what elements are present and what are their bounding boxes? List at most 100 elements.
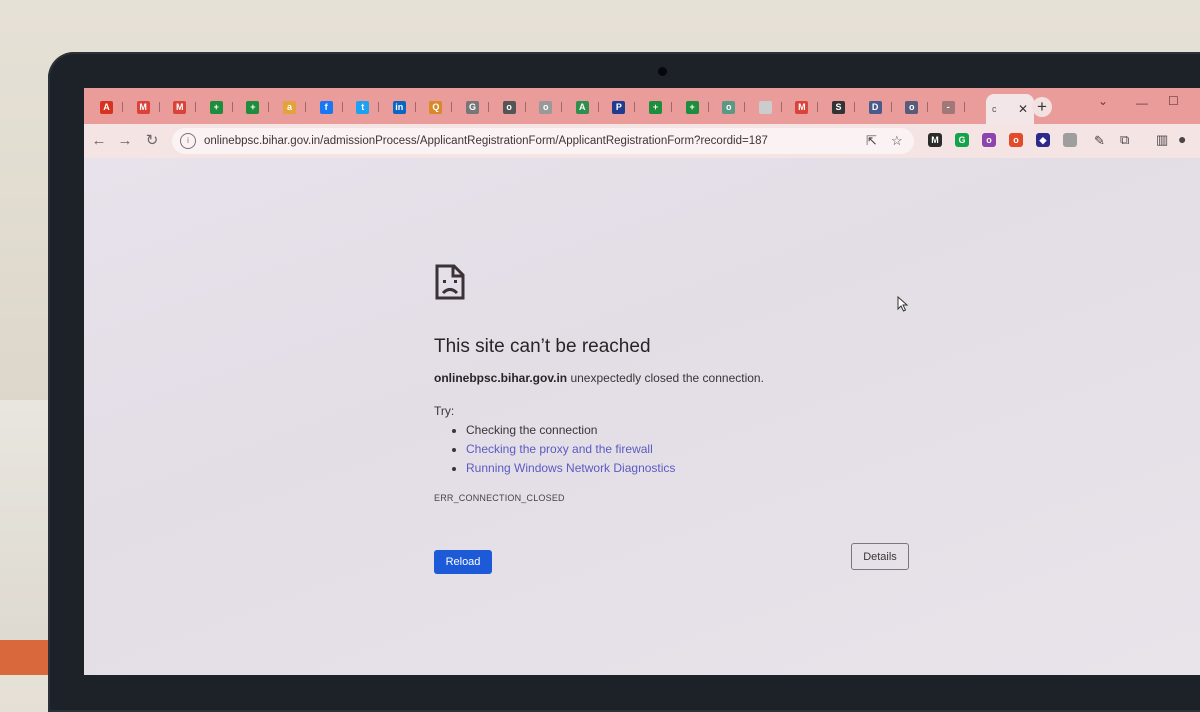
share-icon[interactable]: ⇱: [866, 133, 877, 149]
chatgpt-icon: o: [722, 100, 736, 114]
paypal-icon: P: [612, 100, 626, 114]
search-icon: Q: [429, 100, 443, 114]
tab-separator: [195, 102, 197, 112]
sheets-icon: +: [649, 100, 662, 114]
tab-separator: [707, 102, 709, 112]
tab[interactable]: a: [283, 96, 317, 118]
error-code: ERR_CONNECTION_CLOSED: [434, 493, 565, 503]
back-icon[interactable]: ←: [88, 130, 110, 152]
linkedin-icon: in: [392, 100, 406, 114]
gmail-icon: M: [795, 100, 809, 114]
sheets-icon: +: [209, 100, 223, 114]
suggestion-network-diagnostics: Running Windows Network Diagnostics: [466, 459, 675, 478]
extensions-puzzle-icon[interactable]: ⧉: [1120, 132, 1129, 148]
close-tab-icon[interactable]: ✕: [1018, 102, 1028, 116]
docs-icon: D: [868, 100, 882, 114]
grammarly-icon[interactable]: G: [955, 133, 969, 147]
error-description: onlinebpsc.bihar.gov.in unexpectedly clo…: [434, 371, 764, 385]
tab[interactable]: S: [832, 96, 866, 118]
diamond-extension-icon[interactable]: ◆: [1036, 133, 1050, 147]
tab[interactable]: A: [100, 96, 134, 118]
details-button[interactable]: Details: [851, 543, 909, 570]
tab-separator: [597, 102, 599, 112]
tab[interactable]: o: [722, 96, 756, 118]
google-icon: G: [466, 100, 479, 114]
tab-strip: c ✕ + ⌄ — ☐ A M M + + a f t in Q Go o A P + + o M S Do -: [84, 88, 1200, 124]
tab-separator: [158, 102, 160, 112]
globe-icon: o: [539, 100, 553, 114]
tab-separator: [671, 102, 672, 112]
blank-icon: [758, 100, 772, 114]
tab-separator: [963, 102, 965, 112]
suggestion-link-proxy[interactable]: Checking the proxy and the firewall: [466, 442, 653, 456]
tab[interactable]: -: [941, 96, 976, 118]
mouse-cursor-icon: [897, 296, 909, 312]
maximize-icon[interactable]: ☐: [1168, 94, 1179, 108]
record-extension-icon[interactable]: o: [1009, 133, 1023, 147]
error-title: This site can’t be reached: [434, 336, 651, 357]
site-info-icon[interactable]: i: [180, 133, 196, 149]
minimize-icon[interactable]: —: [1136, 96, 1148, 110]
tab[interactable]: +: [685, 96, 720, 118]
twitter-icon: t: [356, 100, 370, 114]
reload-button[interactable]: Reload: [434, 550, 492, 574]
tab[interactable]: M: [795, 96, 829, 118]
address-bar[interactable]: i onlinebpsc.bihar.gov.in/admissionProce…: [172, 128, 914, 154]
tab[interactable]: M: [136, 96, 171, 118]
tab[interactable]: Q: [429, 96, 463, 118]
character-icon: o: [502, 100, 516, 114]
tab-separator: [268, 102, 270, 112]
sad-page-icon: [435, 264, 465, 300]
tab[interactable]: D: [868, 96, 903, 118]
tab[interactable]: f: [319, 96, 354, 118]
tab[interactable]: o: [502, 96, 537, 118]
webcam: [658, 67, 667, 76]
m-extension-icon[interactable]: M: [928, 133, 942, 147]
tab[interactable]: t: [356, 96, 390, 118]
sheets-icon: +: [246, 100, 260, 114]
tab[interactable]: +: [246, 96, 280, 118]
sidebar-icon[interactable]: ▥: [1156, 132, 1168, 148]
tab-separator: [378, 102, 380, 112]
sheets-icon: +: [685, 100, 699, 114]
tab-separator: [817, 102, 819, 112]
tab[interactable]: A: [575, 96, 610, 118]
new-tab-button[interactable]: +: [1032, 97, 1052, 117]
url-text: onlinebpsc.bihar.gov.in/admissionProcess…: [204, 135, 768, 147]
tab-separator: [634, 102, 636, 112]
try-label: Try:: [434, 404, 455, 418]
facebook-icon: f: [319, 100, 333, 114]
tab-separator: [414, 102, 416, 112]
tab-separator: [780, 102, 782, 112]
tab[interactable]: o: [539, 96, 573, 118]
profile-avatar-icon[interactable]: ●: [1178, 131, 1186, 147]
tab[interactable]: G: [466, 96, 500, 118]
bookmark-star-icon[interactable]: ☆: [891, 133, 903, 149]
tab-separator: [524, 102, 526, 112]
tab-separator: [305, 102, 306, 112]
tab[interactable]: M: [173, 96, 207, 118]
suggestion-link-diagnostics[interactable]: Running Windows Network Diagnostics: [466, 461, 675, 475]
grey-extension-icon[interactable]: [1063, 133, 1077, 147]
suggestion-check-proxy: Checking the proxy and the firewall: [466, 440, 675, 459]
tab[interactable]: +: [649, 96, 683, 118]
tab[interactable]: in: [392, 96, 427, 118]
forward-icon[interactable]: →: [114, 130, 136, 152]
tab[interactable]: [758, 96, 793, 118]
pen-icon[interactable]: ✎: [1094, 133, 1105, 149]
tab-separator: [341, 102, 343, 112]
browser-window: c ✕ + ⌄ — ☐ A M M + + a f t in Q Go o A P + + o M S Do - ← →…: [84, 88, 1200, 675]
tab[interactable]: P: [612, 96, 646, 118]
tab[interactable]: +: [209, 96, 244, 118]
color-extension-icon[interactable]: o: [982, 133, 996, 147]
tab-separator: [451, 102, 453, 112]
reload-icon[interactable]: ↻: [141, 130, 163, 152]
active-tab[interactable]: c ✕: [986, 94, 1034, 124]
tab-separator: [488, 102, 489, 112]
browser-toolbar: ← → ↻ i onlinebpsc.bihar.gov.in/admissio…: [84, 124, 1200, 158]
tab[interactable]: o: [905, 96, 939, 118]
tab-separator: [231, 102, 233, 112]
chevron-down-icon[interactable]: ⌄: [1098, 94, 1108, 108]
drive-icon: A: [575, 100, 589, 114]
active-tab-title: c: [992, 104, 997, 114]
